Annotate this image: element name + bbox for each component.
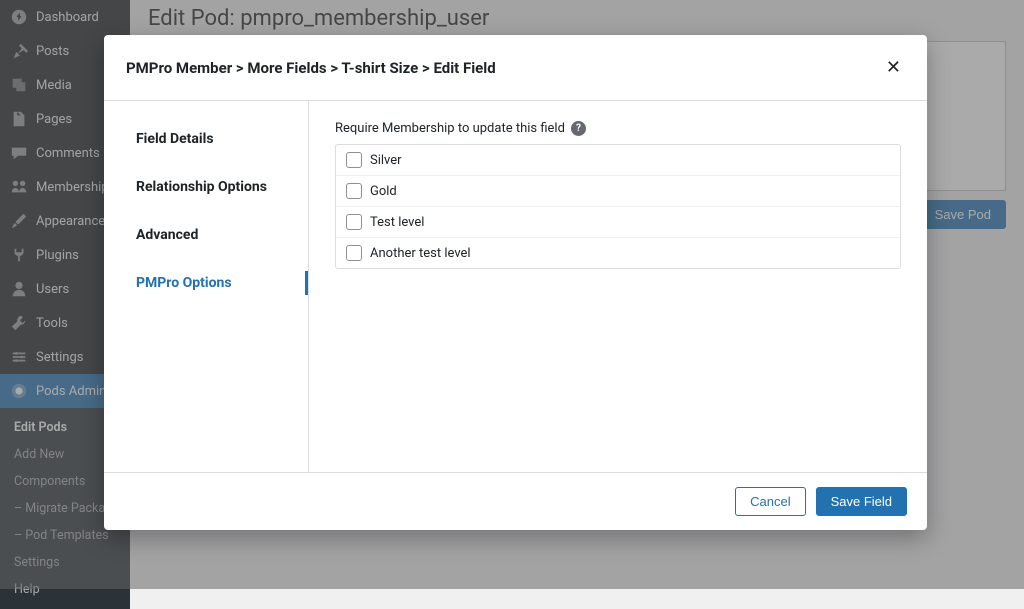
help-icon[interactable]: ? [571, 121, 586, 136]
tab-relationship-options[interactable]: Relationship Options [104, 169, 308, 205]
checkbox-input[interactable] [346, 152, 362, 168]
checkbox-label: Another test level [370, 246, 471, 261]
checkbox-gold[interactable]: Gold [336, 176, 900, 207]
modal-footer: Cancel Save Field [104, 472, 927, 530]
field-label: Require Membership to update this field … [335, 121, 901, 136]
checkbox-input[interactable] [346, 245, 362, 261]
checkbox-silver[interactable]: Silver [336, 145, 900, 176]
tab-advanced[interactable]: Advanced [104, 217, 308, 253]
checkbox-label: Silver [370, 153, 402, 168]
tab-field-details[interactable]: Field Details [104, 121, 308, 157]
edit-field-modal: PMPro Member > More Fields > T-shirt Siz… [104, 35, 927, 530]
membership-checkbox-list: Silver Gold Test level Another test leve… [335, 144, 901, 269]
modal-tab-list: Field Details Relationship Options Advan… [104, 101, 309, 472]
tab-pmpro-options[interactable]: PMPro Options [104, 265, 308, 301]
cancel-button[interactable]: Cancel [735, 487, 805, 516]
checkbox-label: Test level [370, 215, 424, 230]
modal-header: PMPro Member > More Fields > T-shirt Siz… [104, 35, 927, 101]
modal-content: Require Membership to update this field … [309, 101, 927, 472]
checkbox-label: Gold [370, 184, 397, 199]
checkbox-test-level[interactable]: Test level [336, 207, 900, 238]
checkbox-input[interactable] [346, 183, 362, 199]
breadcrumb: PMPro Member > More Fields > T-shirt Siz… [126, 59, 496, 77]
modal-overlay[interactable]: PMPro Member > More Fields > T-shirt Siz… [0, 0, 1024, 589]
save-field-button[interactable]: Save Field [816, 487, 907, 516]
close-icon[interactable]: ✕ [882, 53, 905, 82]
checkbox-another-test-level[interactable]: Another test level [336, 238, 900, 268]
checkbox-input[interactable] [346, 214, 362, 230]
